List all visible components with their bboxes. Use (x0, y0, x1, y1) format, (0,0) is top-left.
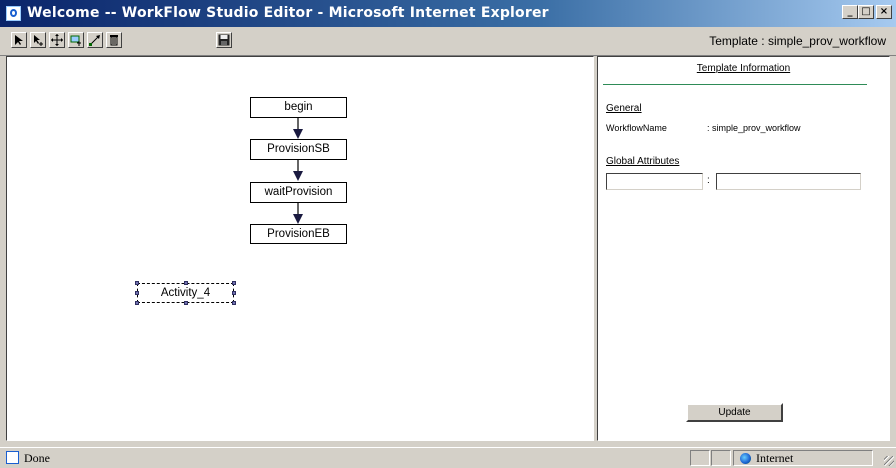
workflow-node-provisioneb[interactable]: ProvisionEB (250, 224, 347, 244)
status-pane (690, 450, 710, 466)
globe-icon (740, 453, 751, 464)
security-zone: Internet (733, 450, 873, 466)
update-button[interactable]: Update (686, 403, 783, 422)
resize-handle-n[interactable] (184, 281, 188, 285)
resize-handle-w[interactable] (135, 291, 139, 295)
window-controls: _ □ × (842, 5, 892, 19)
add-activity-tool-button[interactable] (68, 32, 84, 48)
workflow-node-provisionsb[interactable]: ProvisionSB (250, 139, 347, 160)
arrowhead-1 (293, 129, 303, 139)
maximize-button[interactable]: □ (858, 5, 874, 19)
global-attributes-heading: Global Attributes (606, 156, 680, 167)
zone-label: Internet (756, 451, 794, 465)
title-bar: Welcome -- WorkFlow Studio Editor - Micr… (0, 0, 896, 27)
status-pane (711, 450, 731, 466)
save-button[interactable] (216, 32, 232, 48)
resize-handle-sw[interactable] (135, 301, 139, 305)
move-icon (51, 34, 63, 46)
resize-handle-se[interactable] (232, 301, 236, 305)
arrow-select-icon (15, 35, 23, 45)
move-tool-button[interactable] (49, 32, 65, 48)
add-activity-icon (70, 35, 81, 46)
general-section-heading: General (606, 103, 642, 114)
connect-tool-button[interactable] (87, 32, 103, 48)
pointer-tool-button[interactable] (30, 32, 46, 48)
global-attribute-key-input[interactable] (606, 173, 703, 190)
resize-handle-e[interactable] (232, 291, 236, 295)
page-icon (6, 451, 19, 464)
pointer-plus-icon (34, 35, 43, 46)
status-bar: Done Internet (0, 447, 896, 468)
arrowhead-2 (293, 171, 303, 181)
status-text: Done (24, 451, 50, 465)
connector-icon (89, 35, 100, 46)
select-tool-button[interactable] (11, 32, 27, 48)
activity-label: Activity_4 (160, 287, 211, 299)
resize-handle-nw[interactable] (135, 281, 139, 285)
panel-heading: Template Information (696, 63, 791, 74)
delete-tool-button[interactable] (106, 32, 122, 48)
resize-grip[interactable] (884, 456, 894, 466)
template-info-panel: Template Information General WorkflowNam… (597, 56, 890, 441)
resize-handle-ne[interactable] (232, 281, 236, 285)
workflow-name-label: WorkflowName (606, 123, 667, 133)
workflow-canvas[interactable]: begin ProvisionSB waitProvision Provisio… (6, 56, 594, 441)
minimize-button[interactable]: _ (842, 5, 858, 19)
window-title: Welcome -- WorkFlow Studio Editor - Micr… (27, 5, 549, 21)
arrowhead-3 (293, 214, 303, 224)
editor-toolbar: Template : simple_prov_workflow (0, 27, 896, 56)
template-name-label: Template : simple_prov_workflow (709, 34, 886, 48)
close-button[interactable]: × (876, 5, 892, 19)
ie-logo-icon (6, 6, 21, 21)
heading-divider (603, 84, 867, 85)
workflow-node-begin[interactable]: begin (250, 97, 347, 118)
attribute-separator: : (707, 175, 710, 186)
workflow-node-waitprovision[interactable]: waitProvision (250, 182, 347, 203)
resize-handle-s[interactable] (184, 301, 188, 305)
trash-icon (110, 35, 118, 46)
workflow-name-value: : simple_prov_workflow (707, 123, 801, 133)
global-attribute-value-input[interactable] (716, 173, 861, 190)
selected-activity-node[interactable]: Activity_4 (137, 283, 234, 303)
floppy-disk-icon (218, 34, 230, 46)
